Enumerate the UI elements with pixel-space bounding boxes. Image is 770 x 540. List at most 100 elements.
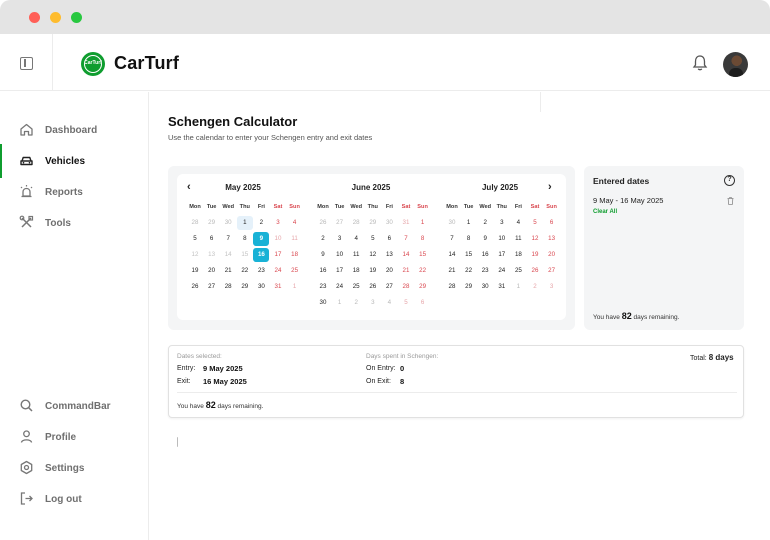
calendar-day[interactable]: 22 xyxy=(461,264,477,278)
calendar-day[interactable]: 12 xyxy=(187,248,203,262)
calendar-day[interactable]: 27 xyxy=(381,280,397,294)
calendar-day[interactable]: 13 xyxy=(204,248,220,262)
calendar-day[interactable]: 19 xyxy=(365,264,381,278)
calendar-day[interactable]: 8 xyxy=(415,232,431,246)
calendar-day[interactable]: 30 xyxy=(444,216,460,230)
calendar-day[interactable]: 6 xyxy=(415,296,431,310)
calendar-day[interactable]: 15 xyxy=(461,248,477,262)
calendar-day[interactable]: 15 xyxy=(237,248,253,262)
calendar-day[interactable]: 16 xyxy=(315,264,331,278)
sidebar-item-tools[interactable]: Tools xyxy=(0,212,148,234)
calendar-day[interactable]: 27 xyxy=(332,216,348,230)
calendar-day[interactable]: 19 xyxy=(187,264,203,278)
calendar-day[interactable]: 2 xyxy=(527,280,543,294)
calendar-day[interactable]: 22 xyxy=(237,264,253,278)
calendar-day[interactable]: 1 xyxy=(461,216,477,230)
calendar-day[interactable]: 23 xyxy=(315,280,331,294)
calendar-day[interactable]: 3 xyxy=(544,280,560,294)
calendar-day[interactable]: 14 xyxy=(398,248,414,262)
calendar-day[interactable]: 1 xyxy=(332,296,348,310)
calendar-day[interactable]: 7 xyxy=(444,232,460,246)
calendar-day[interactable]: 5 xyxy=(398,296,414,310)
calendar-day[interactable]: 13 xyxy=(381,248,397,262)
calendar-day[interactable]: 16 xyxy=(477,248,493,262)
calendar-day[interactable]: 16 xyxy=(253,248,270,262)
calendar-day[interactable]: 7 xyxy=(220,232,236,246)
calendar-day[interactable]: 1 xyxy=(415,216,431,230)
calendar-day[interactable]: 29 xyxy=(461,280,477,294)
calendar-day[interactable]: 10 xyxy=(332,248,348,262)
calendar-day[interactable]: 10 xyxy=(494,232,510,246)
calendar-day[interactable]: 2 xyxy=(315,232,331,246)
calendar-day[interactable]: 26 xyxy=(315,216,331,230)
help-icon[interactable]: ? xyxy=(724,175,735,186)
bell-icon[interactable] xyxy=(692,54,708,72)
calendar-day[interactable]: 4 xyxy=(510,216,526,230)
calendar-day[interactable]: 2 xyxy=(348,296,364,310)
calendar-day[interactable]: 31 xyxy=(494,280,510,294)
calendar-day[interactable]: 9 xyxy=(477,232,493,246)
calendar-day[interactable]: 2 xyxy=(477,216,493,230)
sidebar-item-logout[interactable]: Log out xyxy=(0,488,148,510)
maximize-window-button[interactable] xyxy=(71,12,82,23)
calendar-day[interactable]: 9 xyxy=(315,248,331,262)
clear-all-button[interactable]: Clear All xyxy=(593,209,617,215)
calendar-day[interactable]: 29 xyxy=(415,280,431,294)
calendar-day[interactable]: 19 xyxy=(527,248,543,262)
calendar-day[interactable]: 18 xyxy=(348,264,364,278)
sidebar-item-settings[interactable]: Settings xyxy=(0,457,148,479)
calendar-day[interactable]: 6 xyxy=(381,232,397,246)
calendar-day[interactable]: 26 xyxy=(527,264,543,278)
calendar-day[interactable]: 28 xyxy=(187,216,203,230)
calendar-day[interactable]: 28 xyxy=(444,280,460,294)
calendar-day[interactable]: 5 xyxy=(187,232,203,246)
calendar-day[interactable]: 28 xyxy=(220,280,236,294)
calendar-day[interactable]: 7 xyxy=(398,232,414,246)
calendar-day[interactable]: 3 xyxy=(332,232,348,246)
calendar-day[interactable]: 6 xyxy=(204,232,220,246)
calendar-day[interactable]: 26 xyxy=(187,280,203,294)
calendar-day[interactable]: 28 xyxy=(348,216,364,230)
calendar-day[interactable]: 25 xyxy=(510,264,526,278)
calendar-day[interactable]: 3 xyxy=(494,216,510,230)
calendar-day[interactable]: 25 xyxy=(287,264,303,278)
calendar-day[interactable]: 3 xyxy=(270,216,286,230)
trash-icon[interactable] xyxy=(727,197,734,205)
calendar-day[interactable]: 24 xyxy=(270,264,286,278)
sidebar-item-commandbar[interactable]: CommandBar xyxy=(0,395,148,417)
calendar-day[interactable]: 18 xyxy=(287,248,303,262)
calendar-day[interactable]: 29 xyxy=(365,216,381,230)
calendar-day[interactable]: 12 xyxy=(365,248,381,262)
sidebar-item-profile[interactable]: Profile xyxy=(0,426,148,448)
calendar-day[interactable]: 20 xyxy=(204,264,220,278)
user-avatar[interactable] xyxy=(723,52,748,77)
calendar-day[interactable]: 31 xyxy=(270,280,286,294)
calendar-day[interactable]: 22 xyxy=(415,264,431,278)
calendar-day[interactable]: 28 xyxy=(398,280,414,294)
calendar-day[interactable]: 29 xyxy=(237,280,253,294)
calendar-day[interactable]: 30 xyxy=(381,216,397,230)
calendar-day[interactable]: 29 xyxy=(204,216,220,230)
calendar-day[interactable]: 17 xyxy=(332,264,348,278)
calendar-day[interactable]: 9 xyxy=(253,232,270,246)
calendar-day[interactable]: 11 xyxy=(348,248,364,262)
calendar-day[interactable]: 11 xyxy=(510,232,526,246)
calendar-day[interactable]: 21 xyxy=(398,264,414,278)
calendar-day[interactable]: 20 xyxy=(381,264,397,278)
calendar-day[interactable]: 30 xyxy=(253,280,269,294)
calendar-day[interactable]: 26 xyxy=(365,280,381,294)
calendar-day[interactable]: 25 xyxy=(348,280,364,294)
sidebar-item-reports[interactable]: Reports xyxy=(0,181,148,203)
calendar-day[interactable]: 24 xyxy=(332,280,348,294)
calendar-day[interactable]: 11 xyxy=(287,232,303,246)
calendar-day[interactable]: 20 xyxy=(544,248,560,262)
calendar-day[interactable]: 23 xyxy=(477,264,493,278)
sidebar-item-vehicles[interactable]: Vehicles xyxy=(0,144,148,178)
calendar-day[interactable]: 21 xyxy=(220,264,236,278)
calendar-day[interactable]: 12 xyxy=(527,232,543,246)
calendar-day[interactable]: 4 xyxy=(348,232,364,246)
calendar-day[interactable]: 30 xyxy=(315,296,331,310)
calendar-day[interactable]: 5 xyxy=(365,232,381,246)
calendar-day[interactable]: 13 xyxy=(544,232,560,246)
minimize-window-button[interactable] xyxy=(50,12,61,23)
